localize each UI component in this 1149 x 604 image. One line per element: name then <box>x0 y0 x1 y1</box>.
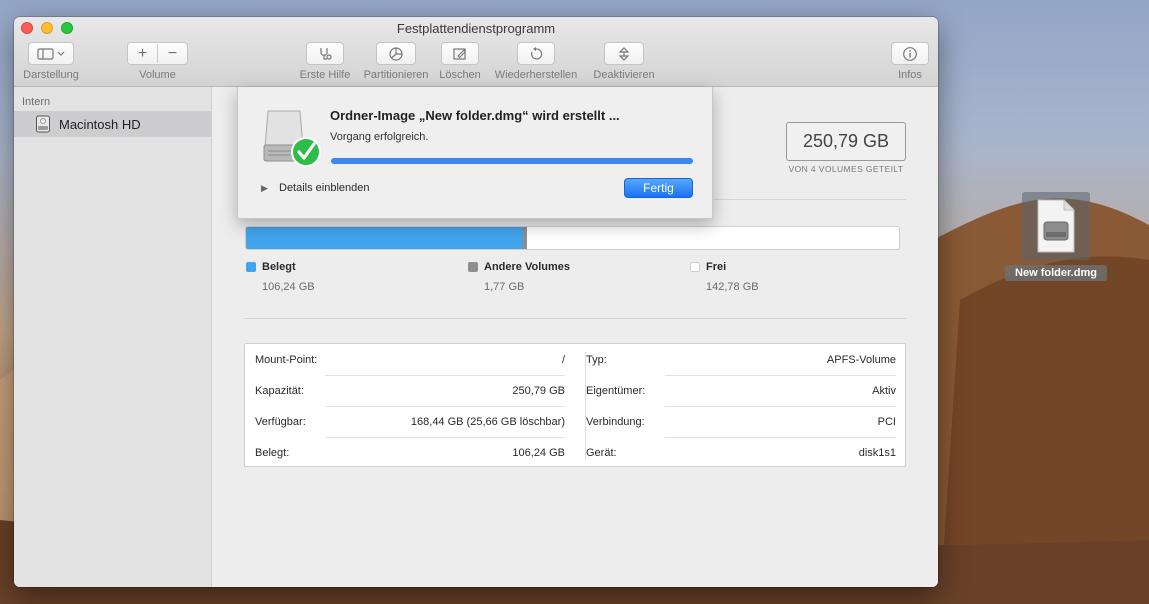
legend-other-value: 1,77 GB <box>484 281 525 293</box>
window-title: Festplattendienstprogramm <box>396 21 556 36</box>
legend-other-label: Andere Volumes <box>484 261 570 273</box>
info-row-mount-point: Mount-Point: / <box>255 344 565 375</box>
desktop-file-label[interactable]: New folder.dmg <box>1005 265 1107 281</box>
info-row-available: Verfügbar: 168,44 GB (25,66 GB löschbar) <box>255 406 565 437</box>
disclosure-triangle-icon[interactable]: ▶ <box>261 183 268 194</box>
info-value: 168,44 GB (25,66 GB löschbar) <box>410 416 565 428</box>
info-row-capacity: Kapazität: 250,79 GB <box>255 375 565 406</box>
stethoscope-icon <box>320 47 332 60</box>
legend-free-label: Frei <box>706 261 727 273</box>
info-key: Eigentümer: <box>586 385 646 397</box>
info-key: Verbindung: <box>586 416 645 428</box>
sidebar-view-icon <box>37 47 65 60</box>
info-row-type: Typ: APFS-Volume <box>586 344 896 375</box>
first-aid-label: Erste Hilfe <box>299 69 351 81</box>
sheet-status: Vorgang erfolgreich. <box>330 131 429 143</box>
erase-button[interactable] <box>441 42 479 65</box>
legend-used-label: Belegt <box>262 261 296 273</box>
info-key: Verfügbar: <box>255 416 306 428</box>
info-value: Aktiv <box>872 385 896 397</box>
progress-bar <box>331 158 693 164</box>
restore-button[interactable] <box>517 42 555 65</box>
legend-swatch-free <box>690 262 700 272</box>
info-value: disk1s1 <box>858 447 896 459</box>
volume-label: Volume <box>139 69 176 81</box>
restore-arrow-icon <box>531 46 543 60</box>
info-icon <box>903 46 917 61</box>
info-value: 250,79 GB <box>512 385 565 397</box>
info-table: Mount-Point: / Kapazität: 250,79 GB Verf… <box>244 343 906 467</box>
show-details-toggle[interactable]: Details einblenden <box>279 182 370 194</box>
image-creation-sheet: Ordner-Image „New folder.dmg“ wird erste… <box>237 87 713 219</box>
info-row-owner: Eigentümer: Aktiv <box>586 375 896 406</box>
toolbar: Festplattendienstprogramm Darstellung + … <box>14 17 938 87</box>
partition-button[interactable] <box>376 42 416 65</box>
partition-label: Partitionieren <box>363 69 429 81</box>
info-row-used: Belegt: 106,24 GB <box>255 437 565 468</box>
info-key: Kapazität: <box>255 385 304 397</box>
legend-swatch-used <box>246 262 256 272</box>
restore-label: Wiederherstellen <box>494 69 578 81</box>
remove-volume-button[interactable]: − <box>158 42 187 65</box>
info-value: PCI <box>877 416 896 428</box>
info-label: Infos <box>898 69 922 81</box>
info-value: 106,24 GB <box>512 447 565 459</box>
unmount-label: Deaktivieren <box>593 69 655 81</box>
info-value: / <box>561 354 565 366</box>
usage-bar <box>245 226 900 250</box>
legend-free-value: 142,78 GB <box>706 281 759 293</box>
sidebar-item-label: Macintosh HD <box>59 117 141 132</box>
legend-swatch-other <box>468 262 478 272</box>
sheet-title: Ordner-Image „New folder.dmg“ wird erste… <box>330 108 620 123</box>
capacity-subtitle: VON 4 VOLUMES GETEILT <box>788 164 904 174</box>
unmount-button[interactable] <box>604 42 644 65</box>
disk-utility-window: Festplattendienstprogramm Darstellung + … <box>14 17 938 587</box>
info-value: APFS-Volume <box>826 354 896 366</box>
capacity-box: 250,79 GB <box>786 122 906 161</box>
info-row-connection: Verbindung: PCI <box>586 406 896 437</box>
sidebar-item-macintosh-hd[interactable]: Macintosh HD <box>14 111 212 137</box>
sidebar-section-intern: Intern <box>22 96 51 108</box>
erase-label: Löschen <box>439 69 481 81</box>
erase-pencil-icon <box>453 47 467 60</box>
info-key: Mount-Point: <box>255 354 318 366</box>
plus-icon: + <box>137 44 148 62</box>
info-key: Belegt: <box>255 447 290 459</box>
view-button[interactable] <box>28 42 74 65</box>
done-button[interactable]: Fertig <box>624 178 693 198</box>
desktop-file-icon-selection[interactable] <box>1022 192 1090 260</box>
view-label: Darstellung <box>23 69 79 81</box>
add-volume-button[interactable]: + <box>128 42 157 65</box>
unmount-icon <box>618 46 630 61</box>
sidebar: Intern Macintosh HD <box>14 87 212 587</box>
pie-partition-icon <box>389 46 403 61</box>
usage-used-segment <box>246 227 523 249</box>
disk-success-icon <box>263 110 321 167</box>
info-button[interactable] <box>891 42 929 65</box>
info-key: Gerät: <box>586 447 617 459</box>
divider <box>244 318 906 319</box>
minus-icon: − <box>167 44 178 62</box>
legend-used-value: 106,24 GB <box>262 281 315 293</box>
hard-disk-icon <box>36 115 50 133</box>
first-aid-button[interactable] <box>306 42 344 65</box>
dmg-file-icon <box>1037 199 1075 253</box>
info-key: Typ: <box>586 354 607 366</box>
info-row-device: Gerät: disk1s1 <box>586 437 896 468</box>
usage-other-segment <box>522 227 528 249</box>
